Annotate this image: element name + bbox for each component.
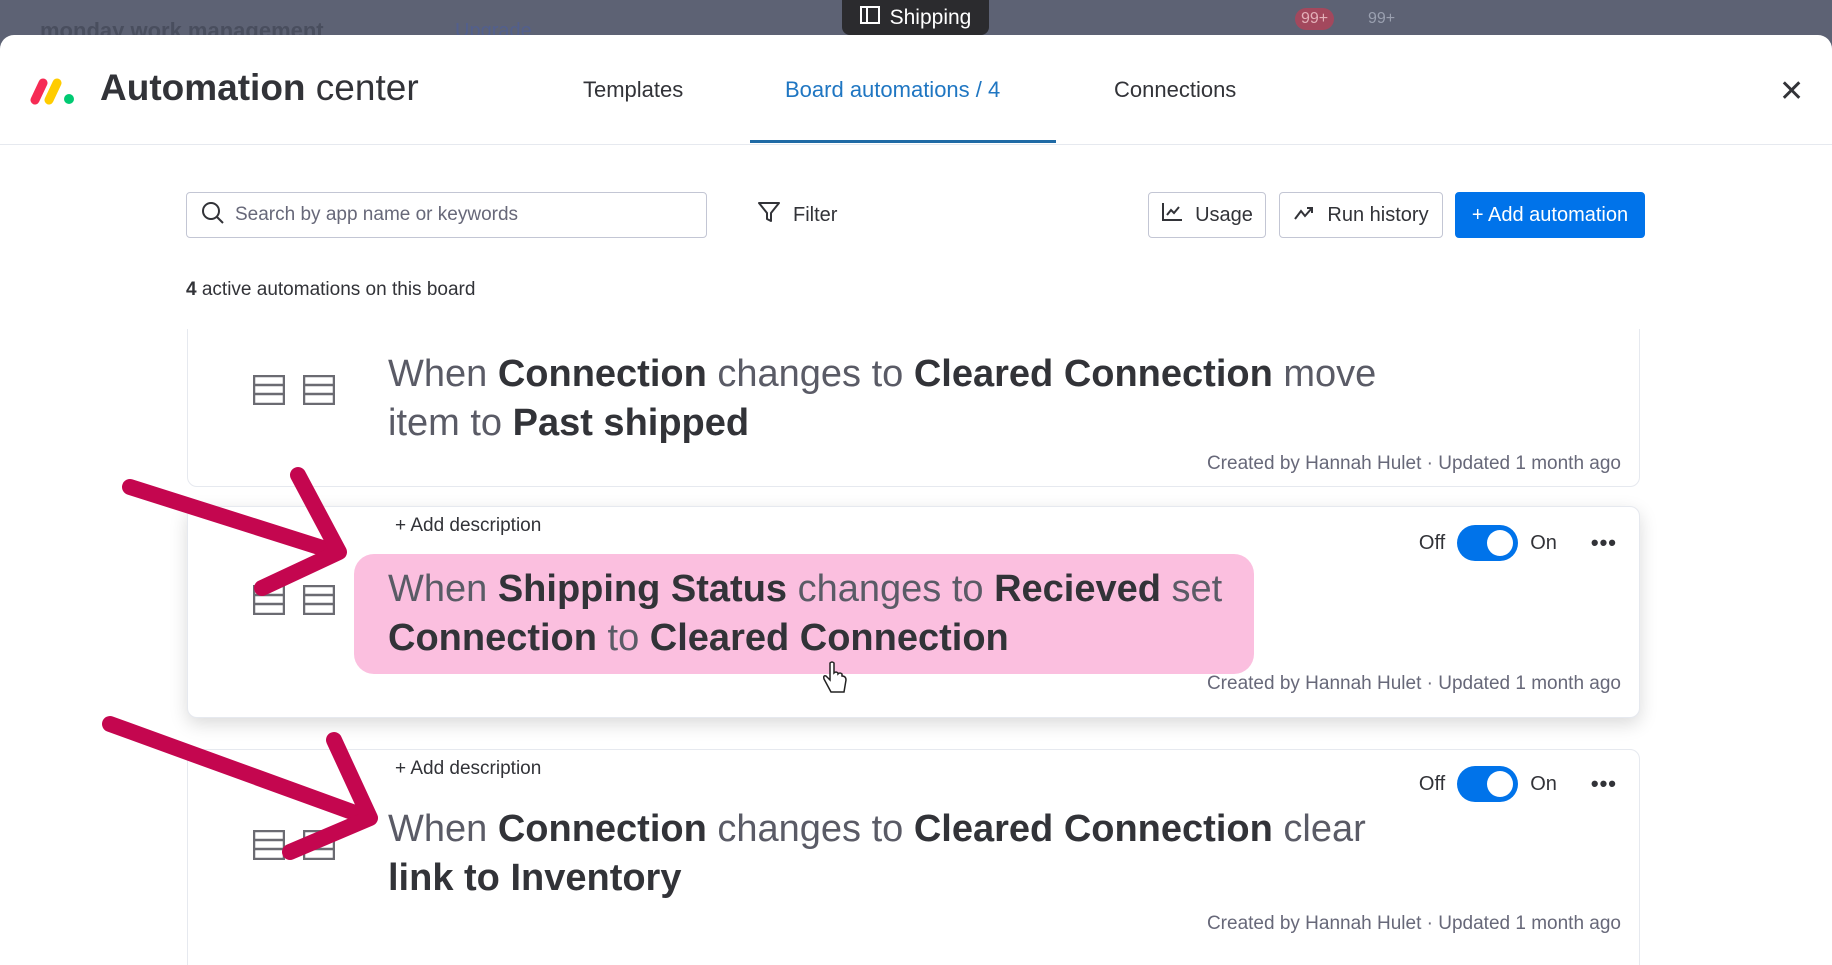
sentence-keyword[interactable]: Connection (388, 617, 597, 659)
sentence-text: When (388, 568, 498, 610)
filter-button[interactable]: Filter (757, 200, 837, 230)
sentence-text: to (596, 617, 650, 659)
sentence-line: Connection to Cleared Connection (388, 614, 1222, 663)
sentence-text: set (1160, 568, 1223, 610)
sentence-keyword[interactable]: Cleared Connection (914, 353, 1273, 395)
sentence-keyword[interactable]: Shipping Status (498, 568, 787, 610)
automation-toggle[interactable] (1457, 525, 1519, 561)
tooltip-label: Shipping (889, 5, 972, 29)
sentence-text: When (388, 353, 498, 395)
sentence-text: clear (1272, 808, 1366, 850)
toggle-off-label: Off (1418, 531, 1446, 554)
page-title: Automation center (100, 67, 419, 109)
monday-logo-icon (29, 75, 77, 110)
sentence-line: item to Past shipped (388, 399, 1376, 448)
sentence-text: changes to (706, 353, 914, 395)
sentence-keyword[interactable]: link to Inventory (388, 857, 681, 899)
trend-icon (1293, 204, 1315, 227)
title-bold: Automation (100, 67, 306, 108)
sentence-text: changes to (706, 808, 914, 850)
sentence-text: changes to (787, 568, 995, 610)
search-icon (201, 201, 225, 230)
sentence-line: link to Inventory (388, 854, 1366, 903)
run-history-button[interactable]: Run history (1279, 192, 1443, 238)
sentence-text: When (388, 808, 498, 850)
automation-card[interactable]: + Add description Off On ••• When Shippi… (187, 506, 1640, 718)
hand-cursor-icon (820, 660, 850, 701)
automation-meta: Created by Hannah Hulet · Updated 1 mont… (1206, 673, 1621, 694)
sentence-keyword[interactable]: Recieved (994, 568, 1161, 610)
sentence-line: When Shipping Status changes to Recieved… (388, 565, 1222, 614)
usage-button[interactable]: Usage (1148, 192, 1266, 238)
add-automation-button[interactable]: + Add automation (1455, 192, 1645, 238)
inbox-badge[interactable]: 99+ (1362, 8, 1401, 30)
toggle-on-label: On (1530, 772, 1557, 795)
usage-label: Usage (1195, 203, 1253, 226)
toggle-row: Off On ••• (1419, 766, 1617, 802)
automation-sentence[interactable]: When Connection changes to Cleared Conne… (388, 350, 1376, 448)
run-history-label: Run history (1327, 203, 1429, 226)
more-options-icon[interactable]: ••• (1591, 530, 1617, 556)
automation-card[interactable]: + Add description Off On ••• When Connec… (187, 749, 1640, 965)
board-icon (859, 5, 880, 30)
toggle-row: Off On ••• (1419, 525, 1617, 561)
board-icons (252, 829, 336, 865)
add-description-link[interactable]: + Add description (395, 515, 541, 537)
sentence-keyword[interactable]: Cleared Connection (650, 617, 1009, 659)
automation-sentence[interactable]: When Connection changes to Cleared Conne… (388, 805, 1366, 903)
tab-connections[interactable]: Connections (1114, 77, 1236, 103)
toggle-on-label: On (1530, 531, 1557, 554)
automation-meta: Created by Hannah Hulet · Updated 1 mont… (1206, 913, 1621, 934)
sentence-line: When Connection changes to Cleared Conne… (388, 350, 1376, 399)
toggle-off-label: Off (1418, 772, 1446, 795)
automation-sentence[interactable]: When Shipping Status changes to Recieved… (388, 565, 1222, 663)
active-count: 4 active automations on this board (186, 279, 475, 301)
board-icon (252, 374, 286, 410)
board-icon (302, 374, 336, 410)
board-icons (252, 584, 336, 620)
sentence-keyword[interactable]: Connection (498, 353, 707, 395)
notification-badge[interactable]: 99+ (1295, 8, 1335, 30)
chart-icon (1161, 202, 1183, 228)
automation-center-modal: Automation center Templates Board automa… (0, 35, 1832, 965)
automation-meta: Created by Hannah Hulet · Updated 1 mont… (1206, 453, 1621, 474)
close-icon[interactable]: ✕ (1779, 77, 1804, 107)
modal-header: Automation center Templates Board automa… (0, 35, 1832, 145)
board-icon (302, 584, 336, 620)
count-number: 4 (186, 279, 197, 300)
sentence-keyword[interactable]: Cleared Connection (914, 808, 1273, 850)
board-icon (252, 584, 286, 620)
sentence-text: item to (388, 402, 513, 444)
active-tab-indicator (750, 140, 1056, 143)
title-light: center (305, 67, 419, 108)
board-icons (252, 374, 336, 410)
board-icon (302, 829, 336, 865)
tab-board-automations[interactable]: Board automations / 4 (785, 77, 1000, 103)
add-description-link[interactable]: + Add description (395, 758, 541, 780)
automation-toggle[interactable] (1457, 766, 1519, 802)
sentence-keyword[interactable]: Connection (498, 808, 707, 850)
automation-card[interactable]: When Connection changes to Cleared Conne… (187, 329, 1640, 487)
filter-label: Filter (793, 203, 838, 226)
board-icon (252, 829, 286, 865)
tab-templates[interactable]: Templates (583, 77, 683, 103)
search-input[interactable] (235, 204, 675, 226)
count-text: active automations on this board (196, 279, 476, 300)
filter-icon (757, 200, 781, 230)
sentence-keyword[interactable]: Past shipped (513, 402, 750, 444)
sentence-line: When Connection changes to Cleared Conne… (388, 805, 1366, 854)
sentence-text: move (1272, 353, 1377, 395)
search-box[interactable] (186, 192, 707, 238)
board-tooltip: Shipping (842, 0, 989, 35)
automation-list: When Connection changes to Cleared Conne… (0, 329, 1832, 965)
more-options-icon[interactable]: ••• (1591, 771, 1617, 797)
